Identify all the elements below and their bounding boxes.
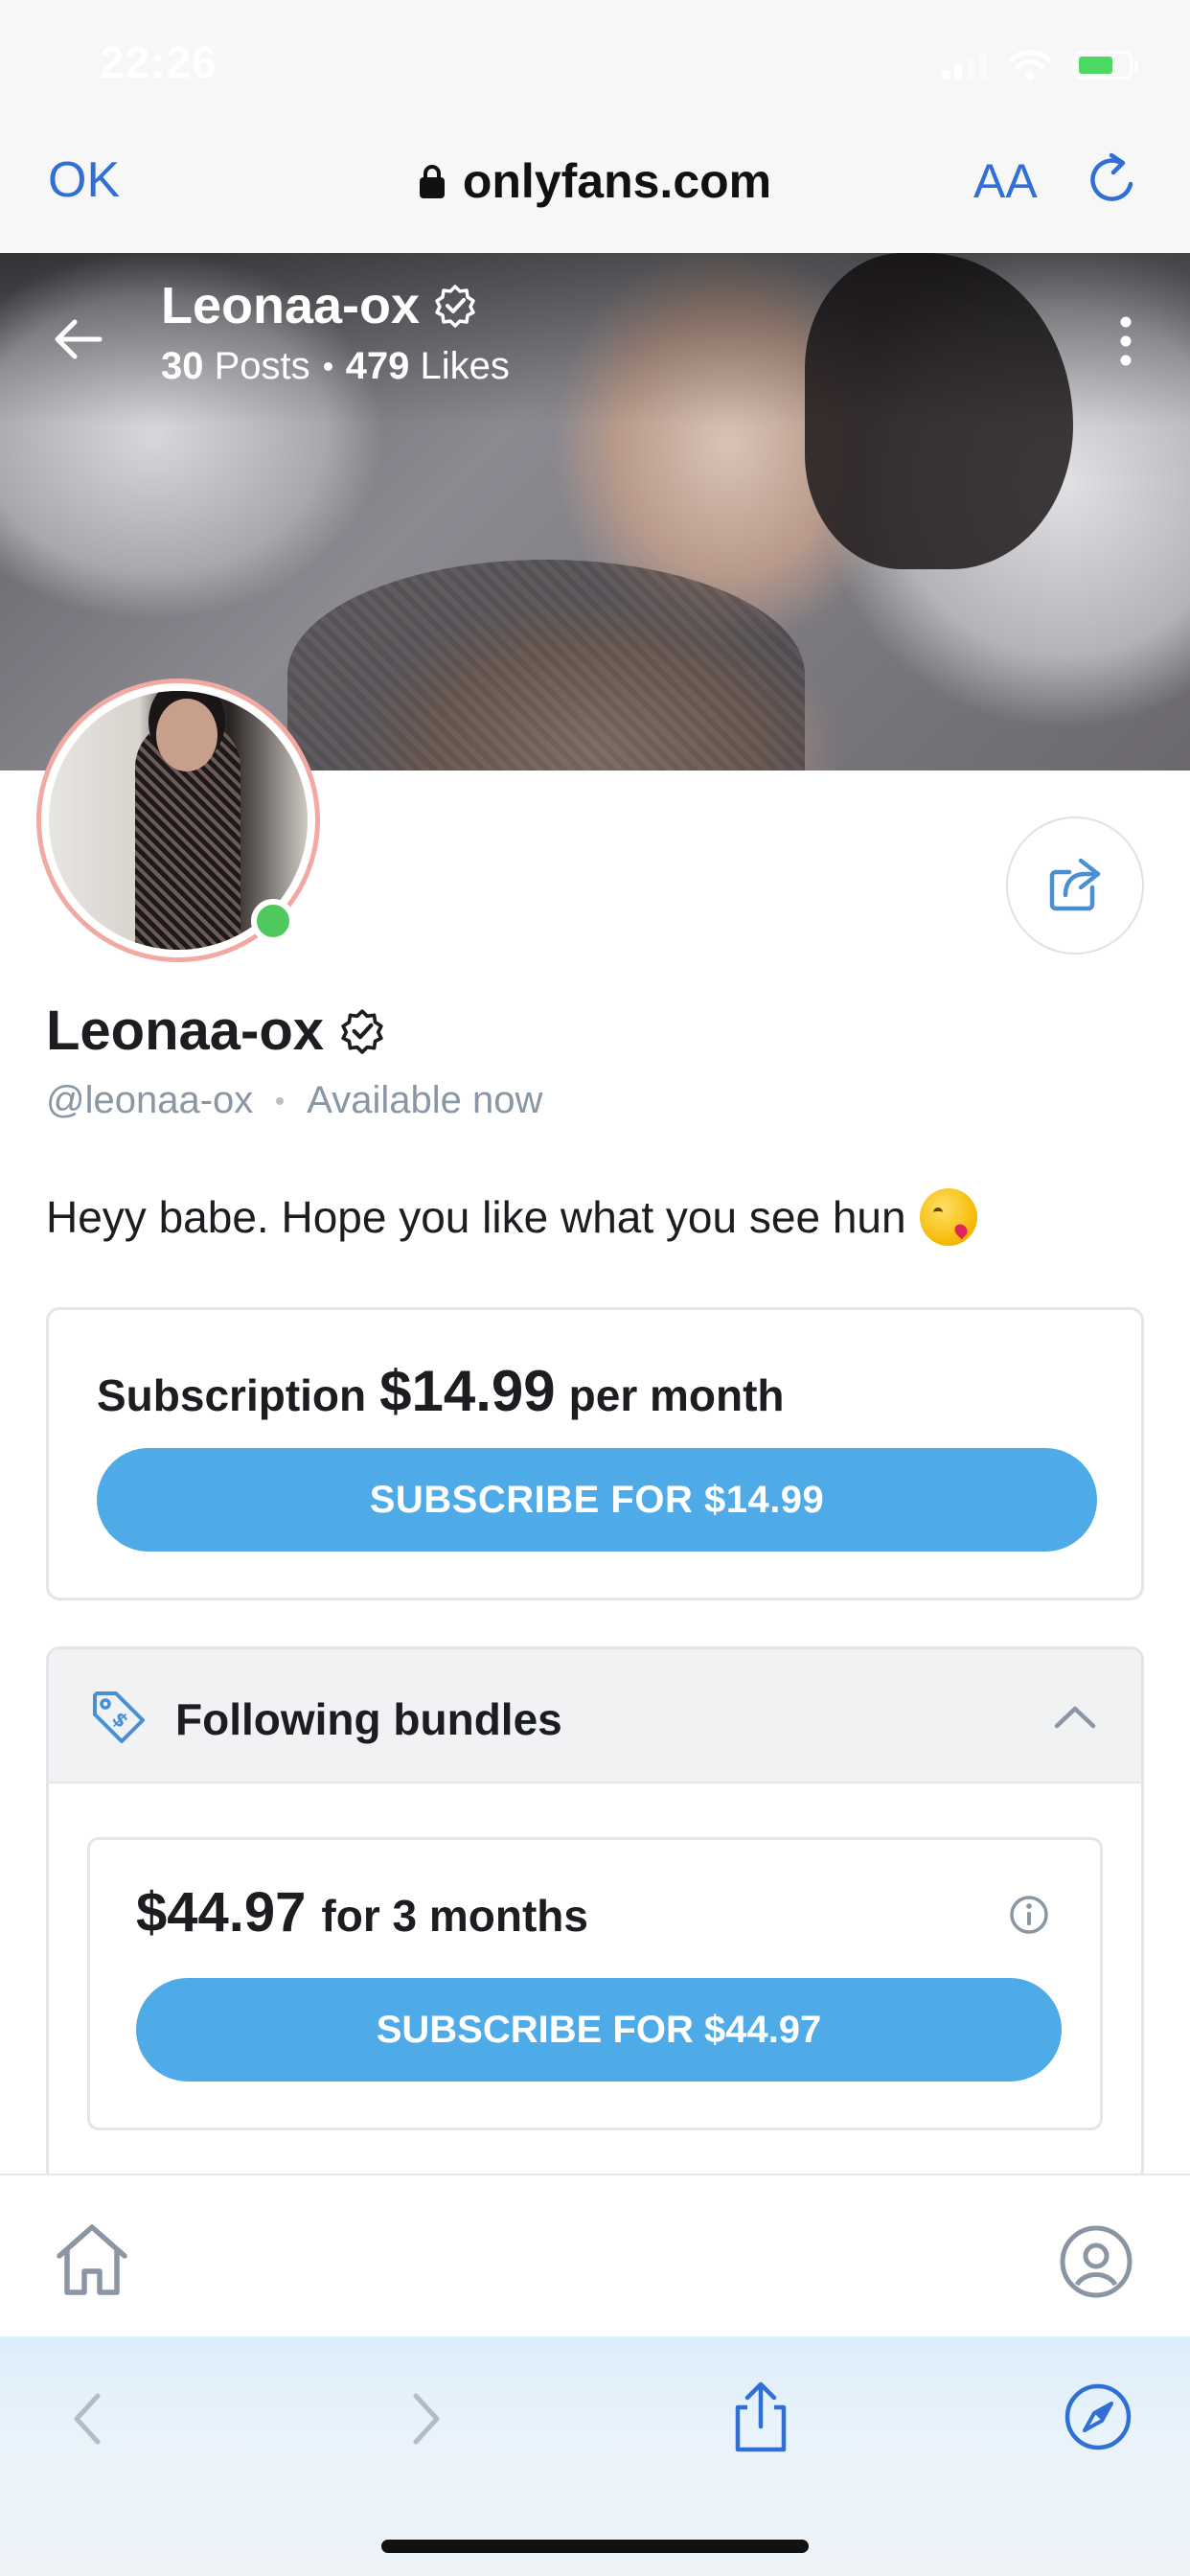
- home-indicator[interactable]: [381, 2540, 809, 2553]
- bundles-header[interactable]: $ Following bundles: [49, 1649, 1141, 1783]
- profile-icon[interactable]: [1058, 2223, 1134, 2300]
- share-icon[interactable]: [724, 2379, 797, 2455]
- bundle-price: $44.97: [136, 1881, 307, 1944]
- subscription-price: $14.99: [379, 1359, 556, 1423]
- info-icon[interactable]: [1008, 1894, 1050, 1936]
- reload-icon[interactable]: [1083, 150, 1144, 211]
- subscription-card: Subscription $14.99 per month SUBSCRIBE …: [46, 1307, 1144, 1600]
- price-tag-icon: $: [93, 1691, 145, 1743]
- home-icon[interactable]: [50, 2218, 134, 2302]
- subscription-price-line: Subscription $14.99 per month: [97, 1358, 785, 1424]
- status-time: 22:26: [100, 37, 217, 87]
- kissing-face-emoji-icon: [919, 1188, 977, 1246]
- online-status-indicator: [251, 899, 295, 943]
- app-bottom-nav: [0, 2174, 1190, 2336]
- compass-icon[interactable]: [1062, 2380, 1134, 2453]
- subscribe-bundle-button[interactable]: SUBSCRIBE FOR $44.97: [136, 1978, 1062, 2082]
- battery-charging-icon: [1073, 51, 1138, 80]
- likes-label: Likes: [420, 345, 510, 387]
- forward-icon[interactable]: [389, 2384, 458, 2453]
- url-text: onlyfans.com: [462, 154, 772, 208]
- verified-icon: [435, 285, 475, 328]
- profile-meta: @leonaa-ox Available now: [46, 1079, 542, 1122]
- text-size-button[interactable]: AA: [973, 153, 1038, 209]
- cover-title: Leonaa-ox: [161, 276, 477, 335]
- profile-name-text: Leonaa-ox: [46, 1000, 325, 1062]
- status-icons: [942, 48, 1138, 82]
- profile-handle: @leonaa-ox: [46, 1079, 254, 1121]
- browser-top-bar: 22:26 OK onlyfans.com AA: [0, 0, 1190, 253]
- lock-icon: [419, 165, 445, 198]
- availability-status: Available now: [307, 1079, 543, 1121]
- bundles-title: Following bundles: [175, 1694, 562, 1744]
- subscribe-button[interactable]: SUBSCRIBE FOR $14.99: [97, 1448, 1097, 1552]
- bundle-duration: for 3 months: [321, 1891, 588, 1941]
- subscription-label: Subscription: [97, 1370, 367, 1420]
- back-icon[interactable]: [56, 2384, 125, 2453]
- signal-icon: [942, 51, 987, 80]
- subscription-period: per month: [568, 1370, 785, 1420]
- bundle-price-line: $44.97 for 3 months: [136, 1880, 588, 1944]
- posts-count: 30: [161, 345, 204, 387]
- profile-bio: Heyy babe. Hope you like what you see hu…: [46, 1188, 977, 1246]
- bundles-section: $ Following bundles $44.97 for 3 months …: [46, 1646, 1144, 2183]
- cover-name: Leonaa-ox: [161, 277, 421, 334]
- safari-toolbar: [0, 2336, 1190, 2576]
- share-icon: [1049, 858, 1101, 911]
- back-arrow-icon[interactable]: [50, 310, 107, 368]
- bio-text: Heyy babe. Hope you like what you see hu…: [46, 1192, 906, 1242]
- cover-stats: 30 Posts 479 Likes: [161, 345, 510, 388]
- more-vertical-icon[interactable]: [1111, 309, 1140, 376]
- verified-icon: [341, 1008, 383, 1054]
- posts-label: Posts: [214, 345, 310, 387]
- wifi-icon: [1008, 50, 1052, 80]
- likes-count: 479: [345, 345, 410, 387]
- profile-name: Leonaa-ox: [46, 999, 385, 1063]
- text-size-label: AA: [973, 154, 1038, 208]
- share-profile-button[interactable]: [1006, 816, 1144, 954]
- chevron-up-icon[interactable]: [1051, 1693, 1099, 1741]
- bundle-item: $44.97 for 3 months SUBSCRIBE FOR $44.97: [87, 1837, 1103, 2130]
